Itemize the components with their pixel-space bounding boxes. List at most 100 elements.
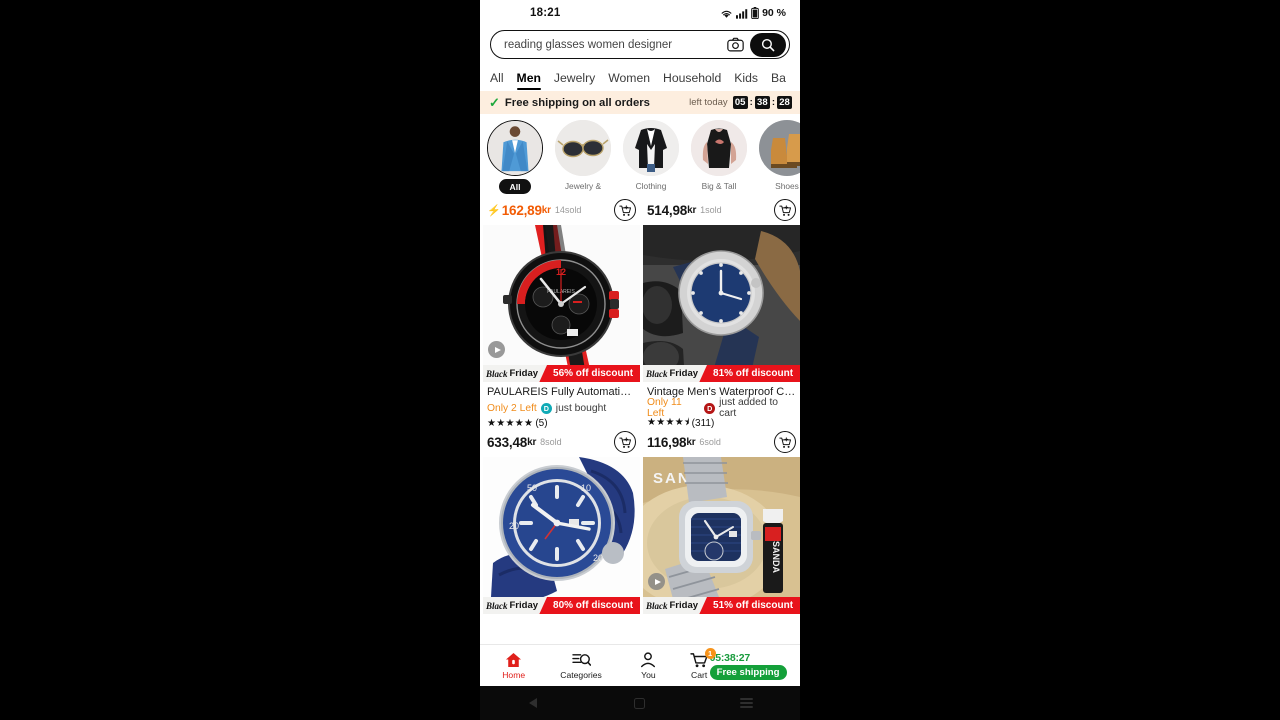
status-bar: 18:21 90 % xyxy=(480,0,800,26)
price-row: ⚡ 162,89 kr 14sold xyxy=(483,198,640,225)
stock-row: Only 11 Left D just added to cart xyxy=(647,397,796,419)
svg-text:20: 20 xyxy=(509,521,519,531)
sanda-steel-bracelet-watch-photo[interactable]: SANDA SANDA Black Friday 51% off discoun… xyxy=(643,457,800,614)
promo-text: Free shipping on all orders xyxy=(504,96,650,109)
tab-jewelry[interactable]: Jewelry xyxy=(554,71,595,91)
black-tank-top-photo xyxy=(691,120,747,176)
stock-left-label: Only 2 Left xyxy=(487,402,537,414)
tab-household[interactable]: Household xyxy=(663,71,721,91)
nav-item-cart[interactable]: 1 Cart 05:38:27 Free shipping xyxy=(682,645,800,687)
black-label: Black xyxy=(646,600,668,611)
nav-item-categories[interactable]: Categories xyxy=(547,645,614,687)
nav-item-home[interactable]: Home xyxy=(480,645,547,687)
subcategory-big-and-tall[interactable]: Big & Tall xyxy=(690,120,748,198)
add-to-cart-icon[interactable] xyxy=(774,431,796,453)
partial-product-left[interactable]: ⚡ 162,89 kr 14sold xyxy=(483,198,640,225)
play-video-icon[interactable] xyxy=(488,341,505,358)
lightning-bolt-icon: ⚡ xyxy=(487,204,501,217)
bottom-navigation-bar: Home Categories You 1 Cart 05:38:27 Free… xyxy=(480,644,800,686)
price-row: 633,48 kr 8sold xyxy=(483,430,640,457)
back-triangle-icon[interactable] xyxy=(513,686,553,720)
nav-item-you[interactable]: You xyxy=(615,645,682,687)
friday-label: Friday xyxy=(669,368,699,379)
black-friday-banner: Black Friday 81% off discount xyxy=(643,365,800,382)
price-row: 116,98 kr 6sold xyxy=(643,430,800,457)
add-to-cart-icon[interactable] xyxy=(774,199,796,221)
search-bar[interactable] xyxy=(490,30,790,59)
tab-bags[interactable]: Ba xyxy=(771,71,786,91)
tab-men[interactable]: Men xyxy=(516,71,542,91)
shipping-countdown: 05:38:27 xyxy=(709,651,751,664)
phone-screen: 18:21 90 % reading glasses women designe… xyxy=(480,0,800,720)
wifi-icon xyxy=(720,8,733,19)
product-price: 162,89 xyxy=(501,202,542,218)
check-icon: ✓ xyxy=(489,94,500,110)
play-video-icon[interactable] xyxy=(648,573,665,590)
partial-product-right[interactable]: 514,98 kr 1sold xyxy=(643,198,800,225)
partial-product-row: ⚡ 162,89 kr 14sold 514,98 kr 1sold xyxy=(483,198,797,225)
subcategory-label: Clothing xyxy=(635,181,667,191)
add-to-cart-icon[interactable] xyxy=(614,199,636,221)
subcategory-carousel[interactable]: All Jewelry & Accessories xyxy=(480,114,800,198)
tab-women[interactable]: Women xyxy=(608,71,650,91)
subcategory-label: All xyxy=(498,179,532,194)
camera-icon[interactable] xyxy=(724,34,746,56)
promo-countdown: left today 05 : 38 : 28 xyxy=(689,96,792,109)
blue-diver-watch-rubber-strap-photo[interactable]: 50 10 20 20 Black Friday 80% off discoun… xyxy=(483,457,640,614)
sunglasses-photo xyxy=(555,120,611,176)
categories-icon xyxy=(571,652,591,668)
blue-suit-photo xyxy=(487,120,543,176)
activity-avatar-badge: D xyxy=(704,402,716,414)
black-friday-logo: Black Friday xyxy=(483,597,548,614)
search-button[interactable] xyxy=(750,32,786,57)
subcategory-shoes[interactable]: Shoes xyxy=(758,120,800,198)
product-card-paulareis[interactable]: 12 PAULAREIS xyxy=(483,225,640,457)
product-row-1: 12 PAULAREIS xyxy=(483,225,800,457)
recents-icon[interactable] xyxy=(727,686,767,720)
nav-label: Home xyxy=(502,669,526,680)
search-input[interactable] xyxy=(504,38,724,51)
black-friday-logo: Black Friday xyxy=(643,365,708,382)
subcategory-jewelry-accessories[interactable]: Jewelry & Accessories xyxy=(554,120,612,198)
add-to-cart-icon[interactable] xyxy=(614,431,636,453)
activity-label: just added to cart xyxy=(719,397,779,419)
free-shipping-block[interactable]: 05:38:27 Free shipping xyxy=(709,651,787,680)
sold-count: 6sold xyxy=(699,437,721,447)
black-friday-banner: Black Friday 56% off discount xyxy=(483,365,640,382)
rating-count: (311) xyxy=(691,417,715,429)
battery-percent: 90 % xyxy=(762,7,786,19)
search-icon xyxy=(761,38,775,52)
tab-kids[interactable]: Kids xyxy=(734,71,758,91)
black-red-chronograph-watch-photo[interactable]: 12 PAULAREIS xyxy=(483,225,640,382)
free-shipping-promo-bar: ✓ Free shipping on all orders left today… xyxy=(480,91,800,114)
blue-dial-watch-on-fabric-photo[interactable]: Black Friday 81% off discount xyxy=(643,225,800,382)
subcategory-clothing[interactable]: Clothing xyxy=(622,120,680,198)
tab-all[interactable]: All xyxy=(490,71,504,91)
black-friday-banner: Black Friday 51% off discount xyxy=(643,597,800,614)
product-info: PAULAREIS Fully Automatic Mech... Only 2… xyxy=(483,382,640,430)
nav-label: Categories xyxy=(560,669,602,680)
category-tabs[interactable]: All Men Jewelry Women Household Kids Ba xyxy=(480,65,800,91)
sold-count: 14sold xyxy=(554,205,582,215)
cart-icon-wrap[interactable]: 1 Cart xyxy=(689,647,716,680)
product-card-blue-diver[interactable]: 50 10 20 20 Black Friday 80% off discoun… xyxy=(483,457,640,614)
price-row: 514,98 kr 1sold xyxy=(643,198,800,225)
product-currency: kr xyxy=(527,436,537,448)
product-card-sanda[interactable]: SANDA SANDA Black Friday 51% off discoun… xyxy=(643,457,800,614)
friday-label: Friday xyxy=(509,600,539,611)
countdown-sep-2: : xyxy=(771,97,775,108)
subcategory-all[interactable]: All xyxy=(486,120,544,198)
discount-label: 81% off discount xyxy=(713,368,794,379)
product-price: 633,48 xyxy=(487,434,528,450)
home-square-icon[interactable] xyxy=(620,686,660,720)
svg-text:20: 20 xyxy=(593,553,603,563)
discount-label: 56% off discount xyxy=(553,368,634,379)
black-jacket-photo xyxy=(623,120,679,176)
free-shipping-pill[interactable]: Free shipping xyxy=(709,664,787,680)
subcategory-label: Jewelry & Accessories xyxy=(564,181,602,191)
product-card-vintage-waterproof[interactable]: Black Friday 81% off discount Vintage Me… xyxy=(643,225,800,457)
subcategory-label: Shoes xyxy=(775,181,799,191)
person-icon xyxy=(640,651,656,668)
discount-label: 51% off discount xyxy=(713,600,794,611)
countdown-label: left today xyxy=(689,97,728,108)
